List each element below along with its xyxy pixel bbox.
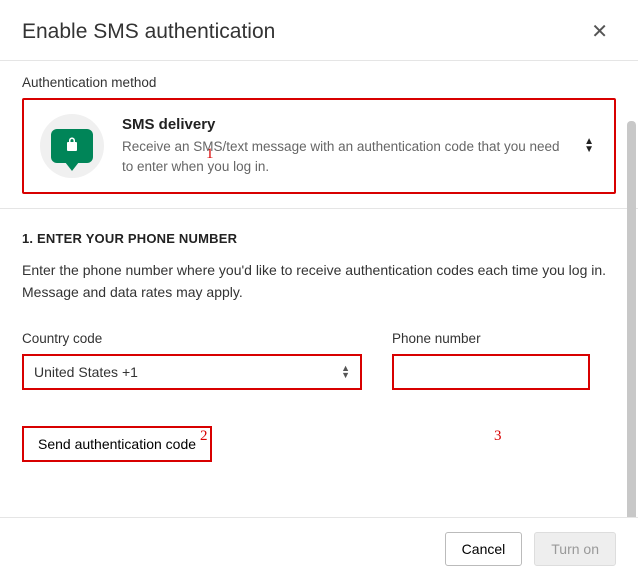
scrollbar[interactable] <box>627 121 636 517</box>
sms-bubble-icon <box>51 129 93 163</box>
country-code-label: Country code <box>22 331 362 346</box>
close-icon[interactable]: ✕ <box>583 18 616 46</box>
send-auth-code-button[interactable]: Send authentication code <box>22 426 212 462</box>
cancel-button[interactable]: Cancel <box>445 532 523 566</box>
enable-sms-modal: Enable SMS authentication ✕ 1 2 3 4 Auth… <box>0 0 638 580</box>
phone-section: 1. ENTER YOUR PHONE NUMBER Enter the pho… <box>0 209 638 482</box>
country-code-group: Country code United States +1 ▲▼ <box>22 331 362 390</box>
phone-number-field-wrap <box>392 354 590 390</box>
modal-body: 1 2 3 4 Authentication method SMS delive… <box>0 61 638 517</box>
modal-title: Enable SMS authentication <box>22 20 275 44</box>
sms-icon-wrap <box>40 114 104 178</box>
phone-number-label: Phone number <box>392 331 590 346</box>
chevron-up-down-icon: ▲▼ <box>580 138 598 154</box>
auth-method-select[interactable]: SMS delivery Receive an SMS/text message… <box>22 98 616 194</box>
phone-number-input[interactable] <box>404 364 578 380</box>
country-code-value: United States +1 <box>34 364 341 380</box>
auth-method-desc: Receive an SMS/text message with an auth… <box>122 137 562 176</box>
chevron-up-down-icon: ▲▼ <box>341 365 350 379</box>
auth-method-title: SMS delivery <box>122 116 562 133</box>
auth-method-text: SMS delivery Receive an SMS/text message… <box>122 116 562 176</box>
phone-number-group: Phone number <box>392 331 590 390</box>
country-code-select[interactable]: United States +1 ▲▼ <box>22 354 362 390</box>
step1-desc: Enter the phone number where you'd like … <box>22 260 616 303</box>
auth-method-label: Authentication method <box>22 75 616 90</box>
phone-form-row: Country code United States +1 ▲▼ Phone n… <box>22 331 616 390</box>
step1-title: 1. ENTER YOUR PHONE NUMBER <box>22 231 616 246</box>
auth-method-section: Authentication method SMS delivery Recei… <box>0 61 638 194</box>
turn-on-button[interactable]: Turn on <box>534 532 616 566</box>
modal-header: Enable SMS authentication ✕ <box>0 0 638 60</box>
lock-icon <box>65 136 79 157</box>
modal-footer: Cancel Turn on <box>0 517 638 580</box>
